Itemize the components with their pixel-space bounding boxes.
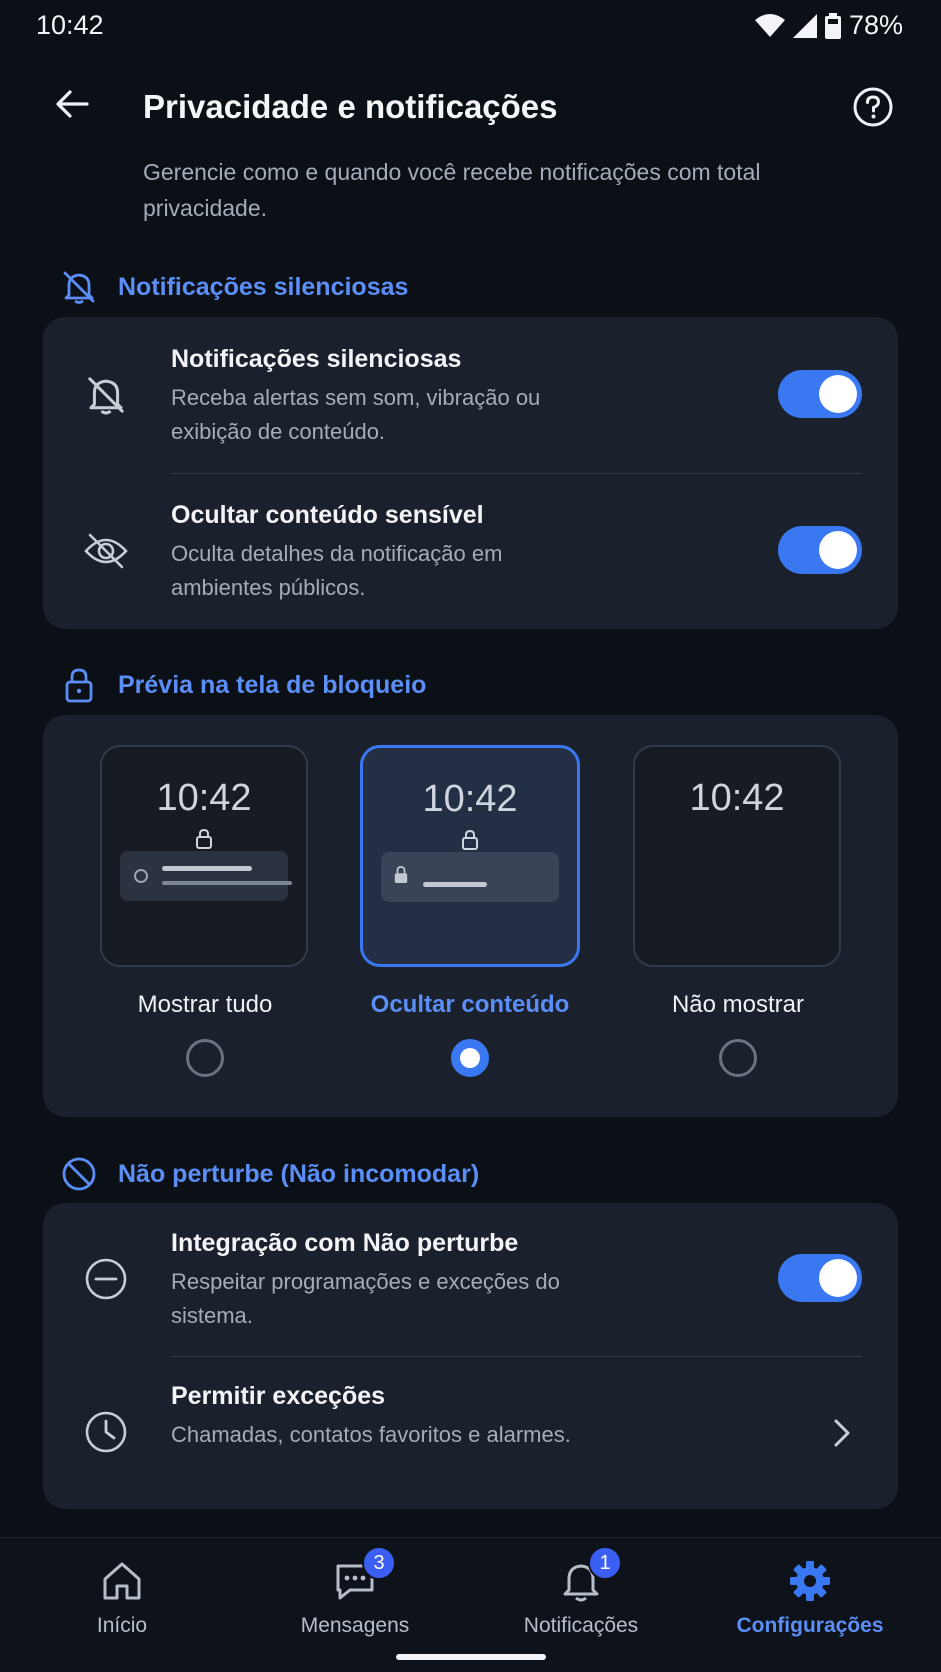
lock-icon	[65, 668, 93, 703]
status-icons: 78%	[754, 10, 903, 41]
notification-preview	[120, 851, 292, 901]
preview-time: 10:42	[422, 778, 518, 820]
lockscreen-thumbnail: 10:42	[360, 745, 580, 967]
section-title-silent: Notificações silenciosas	[118, 272, 409, 301]
option-label: Não mostrar	[671, 991, 805, 1018]
nav-item-notifications[interactable]: 1 Notificações	[481, 1546, 681, 1638]
notification-preview	[381, 852, 559, 902]
nav-item-home[interactable]: Início	[22, 1558, 222, 1638]
dnd-integration-toggle[interactable]	[778, 1254, 862, 1302]
back-button[interactable]	[50, 82, 94, 126]
setting-description: Oculta detalhes da notificação em ambien…	[171, 541, 503, 600]
section-header-silent: Notificações silenciosas	[60, 268, 408, 306]
dnd-card: Integração com Não perturbe Respeitar pr…	[43, 1203, 898, 1509]
home-indicator	[396, 1654, 546, 1660]
wifi-icon	[754, 13, 785, 37]
preview-time: 10:42	[689, 777, 785, 819]
preview-option-hide-content[interactable]: 10:42 Ocultar conteúdo	[360, 745, 580, 1077]
block-icon	[62, 1157, 96, 1191]
setting-description: Chamadas, contatos favoritos e alarmes.	[171, 1422, 571, 1447]
notifications-badge: 1	[588, 1546, 622, 1580]
help-button[interactable]	[852, 86, 894, 128]
bell-icon: 1	[558, 1546, 622, 1604]
nav-item-settings[interactable]: Configurações	[710, 1558, 910, 1638]
nav-item-messages[interactable]: 3 Mensagens	[255, 1546, 455, 1638]
messages-badge: 3	[362, 1546, 396, 1580]
battery-icon	[824, 12, 841, 39]
eye-off-icon	[81, 526, 131, 576]
preview-option-show-all[interactable]: 10:42 Mostrar tudo	[100, 745, 310, 1077]
chevron-right-icon	[834, 1419, 850, 1447]
preview-time: 10:42	[156, 777, 252, 819]
radio-hide-content[interactable]	[451, 1039, 489, 1077]
preview-option-dont-show[interactable]: 10:42 Não mostrar	[633, 745, 843, 1077]
home-icon	[99, 1558, 145, 1604]
setting-row-allow-exceptions[interactable]: Permitir exceções Chamadas, contatos fav…	[43, 1356, 898, 1509]
setting-title: Integração com Não perturbe	[171, 1229, 519, 1257]
setting-row-dnd-integration[interactable]: Integração com Não perturbe Respeitar pr…	[43, 1203, 898, 1356]
page-title: Privacidade e notificações	[143, 88, 558, 125]
bell-off-icon	[81, 370, 131, 420]
setting-row-hide-sensitive[interactable]: Ocultar conteúdo sensível Oculta detalhe…	[43, 473, 898, 629]
nav-label: Notificações	[523, 1614, 639, 1637]
setting-description: Receba alertas sem som, vibração ou exib…	[171, 385, 541, 444]
option-label: Mostrar tudo	[137, 991, 273, 1018]
page-subtitle: Gerencie como e quando você recebe notif…	[143, 159, 761, 221]
lockscreen-thumbnail: 10:42	[633, 745, 841, 967]
setting-title: Permitir exceções	[171, 1382, 386, 1410]
gear-icon	[787, 1558, 833, 1604]
lock-icon	[196, 829, 212, 849]
lock-preview-card: 10:42 Mostrar tudo 10:42 Ocultar conteúd…	[43, 715, 898, 1117]
section-title-lock-preview: Prévia na tela de bloqueio	[118, 670, 427, 699]
hide-sensitive-toggle[interactable]	[778, 526, 862, 574]
nav-label: Mensagens	[300, 1614, 410, 1637]
radio-dont-show[interactable]	[719, 1039, 757, 1077]
status-time: 10:42	[36, 10, 104, 40]
lockscreen-thumbnail: 10:42	[100, 745, 308, 967]
nav-label: Configurações	[736, 1614, 884, 1637]
section-header-dnd: Não perturbe (Não incomodar)	[60, 1155, 479, 1193]
lock-icon	[462, 830, 478, 850]
setting-title: Notificações silenciosas	[171, 345, 462, 373]
arrow-left-icon	[56, 90, 89, 118]
option-label: Ocultar conteúdo	[370, 991, 570, 1018]
silent-notifications-toggle[interactable]	[778, 370, 862, 418]
chat-icon: 3	[332, 1546, 396, 1604]
nav-label: Início	[96, 1614, 148, 1637]
app-icon	[134, 869, 148, 883]
setting-title: Ocultar conteúdo sensível	[171, 501, 484, 529]
clock-icon	[81, 1407, 131, 1457]
help-icon	[853, 87, 893, 127]
setting-row-silent-notifications[interactable]: Notificações silenciosas Receba alertas …	[43, 317, 898, 473]
minus-circle-icon	[81, 1254, 131, 1304]
silent-notifications-card: Notificações silenciosas Receba alertas …	[43, 317, 898, 629]
radio-show-all[interactable]	[186, 1039, 224, 1077]
battery-percent: 78%	[848, 10, 903, 40]
setting-description: Respeitar programações e exceções do sis…	[171, 1269, 560, 1328]
lock-icon	[394, 866, 408, 883]
bell-off-icon	[63, 271, 95, 304]
section-title-dnd: Não perturbe (Não incomodar)	[118, 1159, 480, 1188]
section-header-lock-preview: Prévia na tela de bloqueio	[60, 666, 426, 704]
bottom-navigation: Início 3 Mensagens 1 Notificações Config…	[0, 1537, 941, 1672]
signal-icon	[792, 13, 817, 38]
